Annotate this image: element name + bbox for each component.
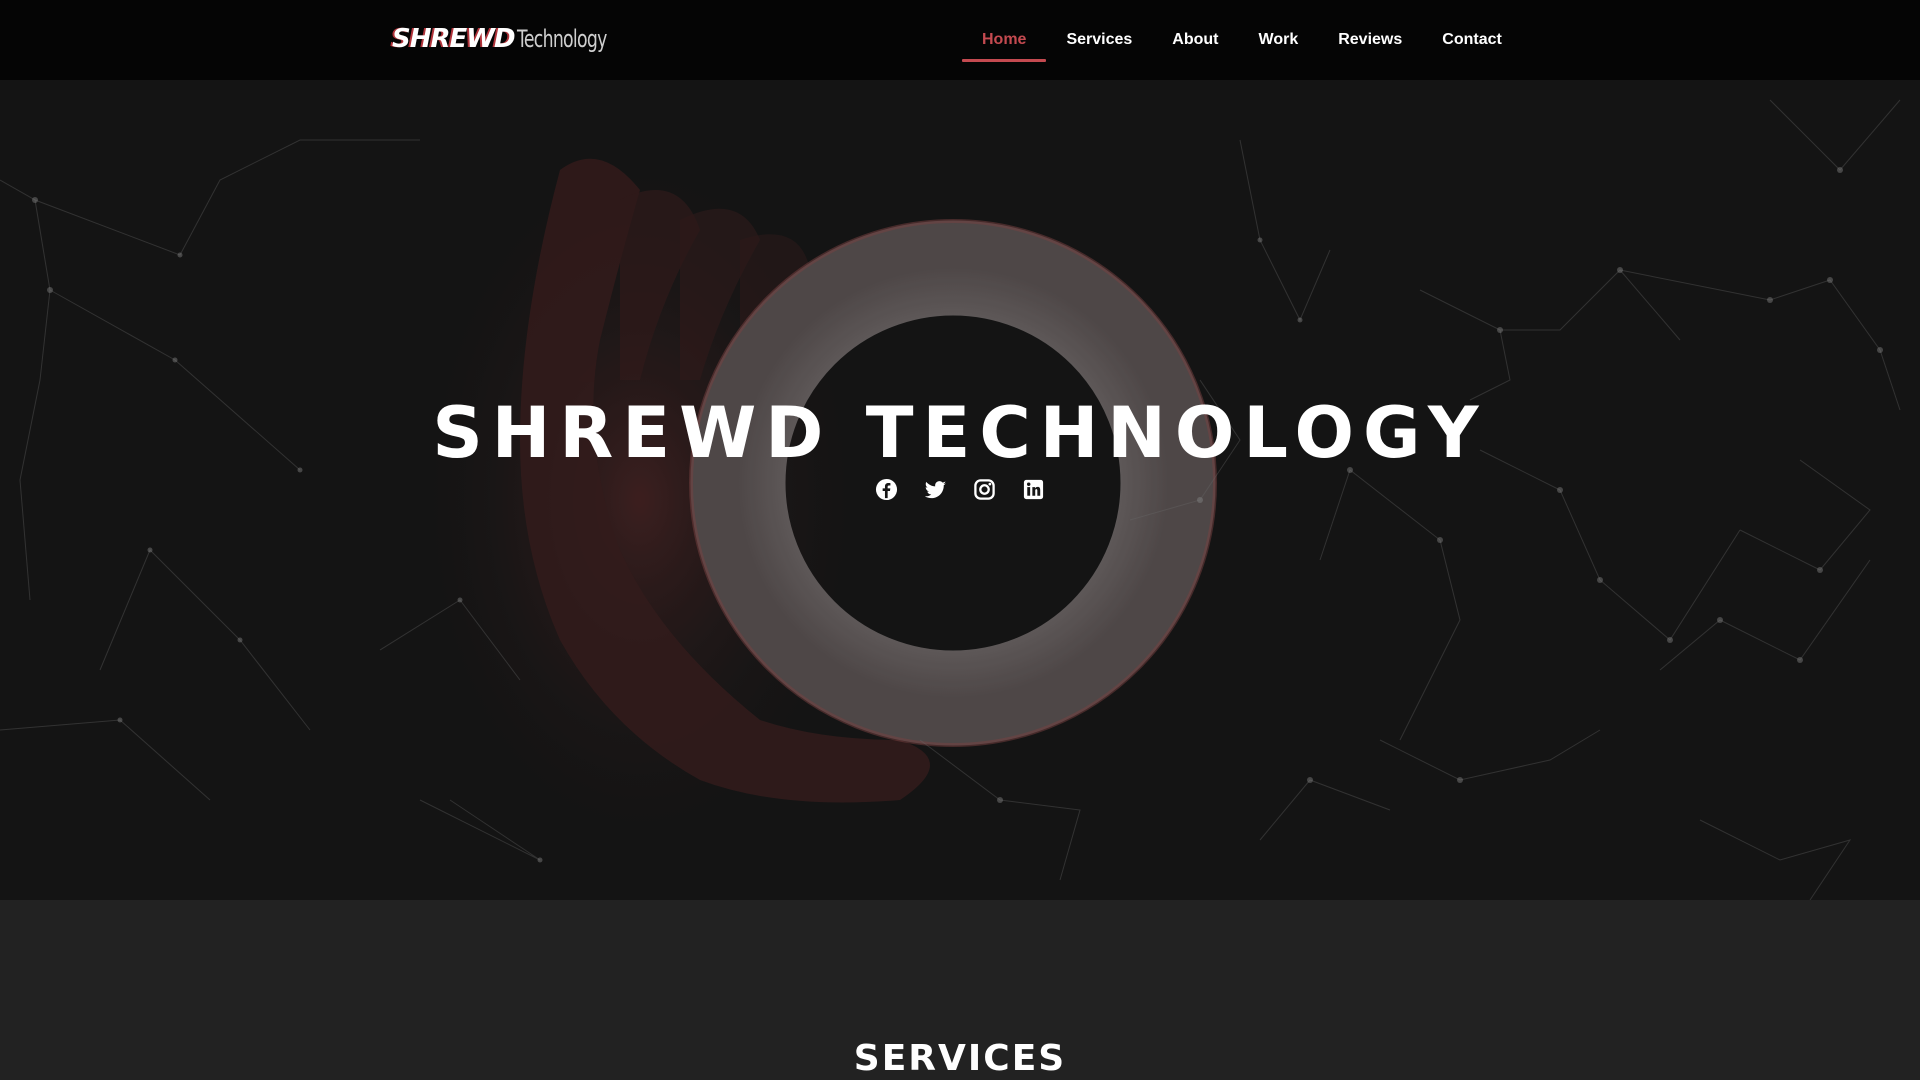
twitter-icon[interactable] <box>924 478 947 501</box>
nav-item-reviews[interactable]: Reviews <box>1318 0 1422 80</box>
nav-item-about[interactable]: About <box>1152 0 1238 80</box>
nav-item-home[interactable]: Home <box>962 0 1047 80</box>
instagram-icon[interactable] <box>973 478 996 501</box>
services-heading: SERVICES <box>853 1038 1067 1079</box>
social-links <box>0 478 1920 501</box>
hero-section: SHREWD TECHNOLOGY <box>0 80 1920 900</box>
brand-logo[interactable]: SHREWD Technology <box>388 16 632 62</box>
services-section: SERVICES <box>0 900 1920 1080</box>
brand-wordmark: SHREWD Technology <box>392 24 641 54</box>
main-nav: Home Services About Work Reviews Contact <box>962 0 1522 80</box>
linkedin-icon[interactable] <box>1022 478 1045 501</box>
nav-item-work[interactable]: Work <box>1239 0 1319 80</box>
brand-name-part2: Technology <box>516 25 607 53</box>
facebook-icon[interactable] <box>875 478 898 501</box>
brand-name-part1: SHREWD <box>392 24 516 54</box>
site-header: SHREWD Technology Home Services About Wo… <box>0 0 1920 80</box>
nav-item-services[interactable]: Services <box>1046 0 1152 80</box>
hero-title: SHREWD TECHNOLOGY <box>432 392 1488 474</box>
nav-item-contact[interactable]: Contact <box>1422 0 1522 80</box>
